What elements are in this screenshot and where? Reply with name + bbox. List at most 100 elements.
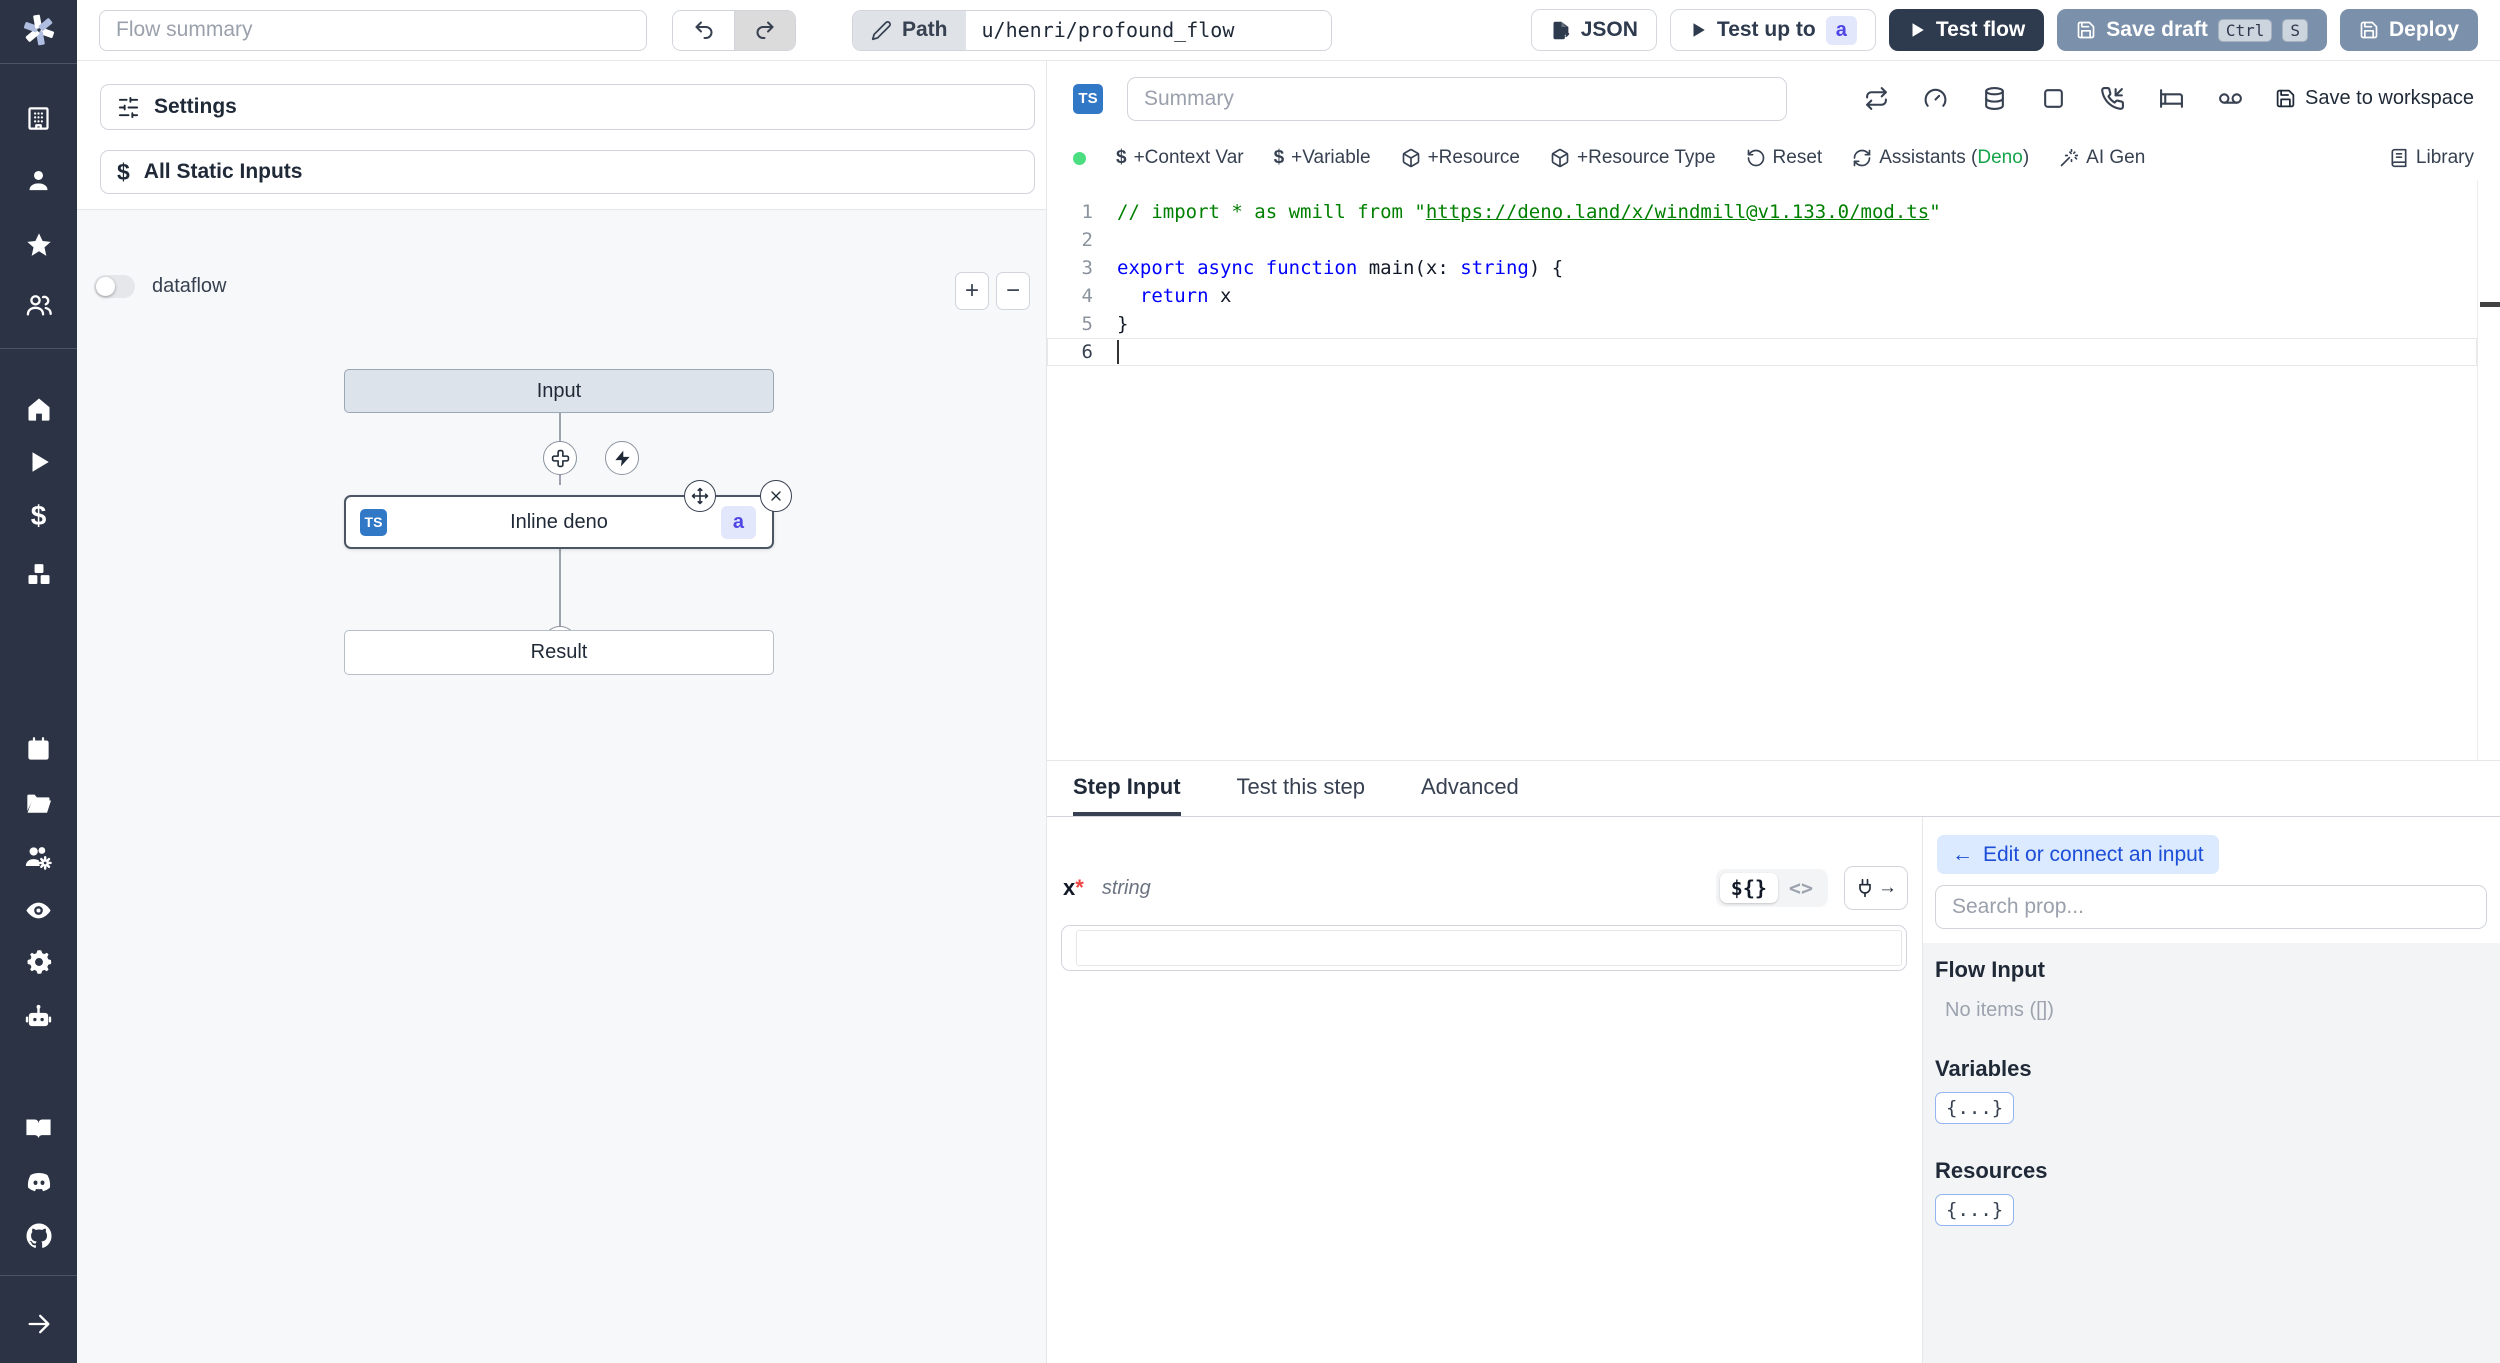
code-top-padding: [1047, 180, 2500, 198]
line-number: 5: [1081, 313, 1093, 335]
test-flow-label: Test flow: [1935, 18, 2026, 41]
step-node-inline-deno[interactable]: TS Inline deno a: [344, 480, 792, 549]
code-line[interactable]: 5}: [1047, 310, 2500, 338]
add-resource-button[interactable]: +Resource: [1401, 147, 1520, 169]
library-book-icon: [2389, 148, 2409, 168]
step-editor-panel: TS Save to workspace $+Context Var $+Var…: [1046, 61, 2500, 1363]
step-settings-icons: [1864, 86, 2243, 111]
tab-step-input[interactable]: Step Input: [1073, 761, 1181, 816]
json-button[interactable]: JSON: [1530, 9, 1657, 51]
reset-button[interactable]: Reset: [1746, 147, 1822, 169]
resources-object-chip[interactable]: {...}: [1935, 1194, 2015, 1226]
flow-result-node[interactable]: Result: [344, 630, 774, 675]
template-mode-toggle[interactable]: ${}: [1719, 873, 1778, 903]
assistants-button[interactable]: Assistants (Deno): [1852, 147, 2029, 169]
rotate-ccw-icon: [1746, 148, 1766, 168]
schedules-calendar-icon[interactable]: [0, 736, 77, 763]
code-mode-toggle[interactable]: <>: [1778, 873, 1824, 903]
cache-database-icon[interactable]: [1982, 86, 2007, 111]
step-header: TS Save to workspace: [1047, 61, 2500, 136]
discord-icon[interactable]: [0, 1168, 77, 1198]
docs-book-icon[interactable]: [0, 1114, 77, 1143]
save-draft-label: Save draft: [2106, 18, 2208, 41]
ai-gen-button[interactable]: AI Gen: [2059, 147, 2145, 169]
dataflow-toggle[interactable]: [94, 275, 135, 298]
code-line[interactable]: 3 export async function main(x: string) {: [1047, 254, 2500, 282]
runs-play-icon[interactable]: [0, 449, 77, 475]
arg-value-editor[interactable]: [1061, 925, 1907, 971]
test-up-to-button[interactable]: Test up to a: [1669, 9, 1876, 51]
add-context-var-button[interactable]: $ +Context Var: [1116, 147, 1244, 169]
sleep-bed-icon[interactable]: [2159, 86, 2184, 111]
path-label: Path: [902, 18, 948, 41]
save-to-workspace-button[interactable]: Save to workspace: [2275, 87, 2474, 110]
windmill-logo[interactable]: [0, 12, 77, 48]
test-up-to-step-badge[interactable]: a: [1825, 15, 1857, 45]
concurrency-voicemail-icon[interactable]: [2218, 86, 2243, 111]
connect-input-plug-button[interactable]: →: [1844, 866, 1908, 910]
library-button[interactable]: Library: [2389, 147, 2474, 169]
settings-gear-icon[interactable]: [0, 948, 77, 976]
expand-sidebar-arrow-icon[interactable]: [0, 1310, 77, 1338]
arg-value-input[interactable]: [1076, 930, 1902, 966]
save-to-workspace-label: Save to workspace: [2305, 87, 2474, 109]
flow-settings-button[interactable]: Settings: [100, 84, 1035, 130]
step-id-badge: a: [720, 505, 756, 539]
folders-icon[interactable]: [0, 790, 77, 818]
delete-step-button[interactable]: [760, 480, 792, 512]
code-editor[interactable]: 1// import * as wmill from "https://deno…: [1047, 180, 2500, 761]
deploy-button[interactable]: Deploy: [2339, 9, 2478, 51]
flow-canvas[interactable]: dataflow + − Input TS Inline deno a Resu…: [77, 210, 1046, 1363]
home-icon[interactable]: [0, 395, 77, 423]
workspace-icon[interactable]: [0, 105, 77, 132]
deploy-label: Deploy: [2388, 18, 2459, 41]
zoom-in-button[interactable]: +: [955, 272, 989, 310]
add-step-button-top[interactable]: [543, 441, 577, 475]
tab-test-this-step[interactable]: Test this step: [1237, 761, 1365, 816]
windmill-flow-editor: $ Path JSON: [0, 0, 2500, 1363]
resources-cubes-icon[interactable]: [0, 560, 77, 588]
flow-input-node[interactable]: Input: [344, 369, 774, 413]
tab-advanced[interactable]: Advanced: [1421, 761, 1519, 816]
code-line[interactable]: 4 return x: [1047, 282, 2500, 310]
variables-object-chip[interactable]: {...}: [1935, 1092, 2015, 1124]
suspend-phone-incoming-icon[interactable]: [2100, 86, 2125, 111]
groups-icon[interactable]: [0, 291, 77, 319]
undo-button[interactable]: [673, 10, 734, 50]
play-icon: [1908, 21, 1926, 39]
add-resource-type-button[interactable]: +Resource Type: [1550, 147, 1716, 169]
edit-path-button[interactable]: Path: [853, 10, 966, 50]
favorites-star-icon[interactable]: [0, 231, 77, 259]
early-stop-gauge-icon[interactable]: [1923, 86, 1948, 111]
user-icon[interactable]: [0, 167, 77, 194]
mock-square-icon[interactable]: [2041, 86, 2066, 111]
audit-eye-icon[interactable]: [0, 896, 77, 925]
sidebar-divider: [0, 1275, 77, 1276]
move-step-button[interactable]: [684, 480, 716, 512]
all-static-inputs-button[interactable]: $ All Static Inputs: [100, 150, 1035, 194]
variables-dollar-icon[interactable]: $: [0, 502, 77, 530]
path-input[interactable]: [965, 10, 1331, 50]
workers-users-cog-icon[interactable]: [0, 843, 77, 872]
code-line[interactable]: 1// import * as wmill from "https://deno…: [1047, 198, 2500, 226]
test-flow-button[interactable]: Test flow: [1888, 9, 2045, 51]
prop-search-input[interactable]: [1935, 885, 2487, 929]
code-line[interactable]: 6: [1047, 338, 2477, 366]
add-variable-button[interactable]: $ +Variable: [1274, 147, 1371, 169]
save-icon: [2076, 20, 2096, 40]
code-line[interactable]: 2: [1047, 226, 2500, 254]
github-icon[interactable]: [0, 1221, 77, 1251]
sidebar-divider: [0, 348, 77, 349]
save-draft-button[interactable]: Save draft Ctrl S: [2057, 9, 2327, 51]
flow-summary-input[interactable]: [99, 9, 647, 51]
redo-button[interactable]: [734, 10, 795, 50]
editor-overview-ruler[interactable]: [2477, 180, 2500, 761]
retry-repeat-icon[interactable]: [1864, 86, 1889, 111]
step-summary-input[interactable]: [1127, 76, 1787, 121]
add-trigger-bolt-button[interactable]: [605, 441, 639, 475]
edit-or-connect-button[interactable]: ← Edit or connect an input: [1937, 835, 2219, 874]
line-number: 4: [1081, 285, 1093, 307]
assistant-robot-icon[interactable]: [0, 1002, 77, 1031]
sliders-icon: [117, 96, 140, 119]
zoom-out-button[interactable]: −: [996, 272, 1030, 310]
